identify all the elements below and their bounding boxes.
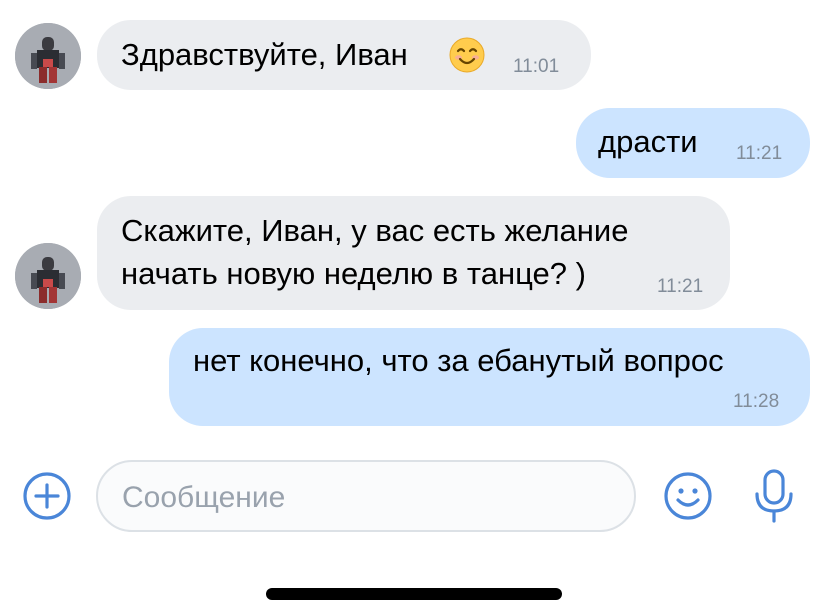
- message-text: нет конечно, что за ебанутый вопрос: [193, 343, 724, 378]
- message-text-line-1: Скажите, Иван, у вас есть желание: [121, 213, 629, 248]
- smile-icon[interactable]: [663, 471, 713, 521]
- message-time: 11:01: [513, 56, 560, 77]
- message-time: 11:28: [733, 391, 780, 412]
- avatar-image: [15, 23, 81, 89]
- sender-avatar[interactable]: [15, 243, 81, 309]
- microphone-icon[interactable]: [752, 468, 796, 524]
- sender-avatar[interactable]: [15, 23, 81, 89]
- message-input[interactable]: Сообщение: [96, 460, 636, 532]
- message-input-placeholder: Сообщение: [122, 481, 286, 514]
- message-time: 11:21: [736, 143, 783, 164]
- message-bubble-incoming[interactable]: Скажите, Иван, у вас есть желание начать…: [97, 196, 730, 310]
- message-bubble-outgoing[interactable]: нет конечно, что за ебанутый вопрос 11:2…: [169, 328, 810, 426]
- message-text: Здравствуйте, Иван: [121, 37, 408, 72]
- message-bubble-outgoing[interactable]: драсти 11:21: [576, 108, 810, 178]
- message-text: драсти: [598, 124, 698, 159]
- message-time: 11:21: [657, 276, 704, 297]
- message-text-line-2: начать новую неделю в танце? ): [121, 256, 586, 291]
- message-bubble-incoming[interactable]: Здравствуйте, Иван 11:01: [97, 20, 591, 90]
- smiling-face-emoji: [449, 37, 485, 73]
- home-indicator[interactable]: [266, 588, 562, 600]
- plus-circle-icon[interactable]: [22, 471, 72, 521]
- avatar-image: [15, 243, 81, 309]
